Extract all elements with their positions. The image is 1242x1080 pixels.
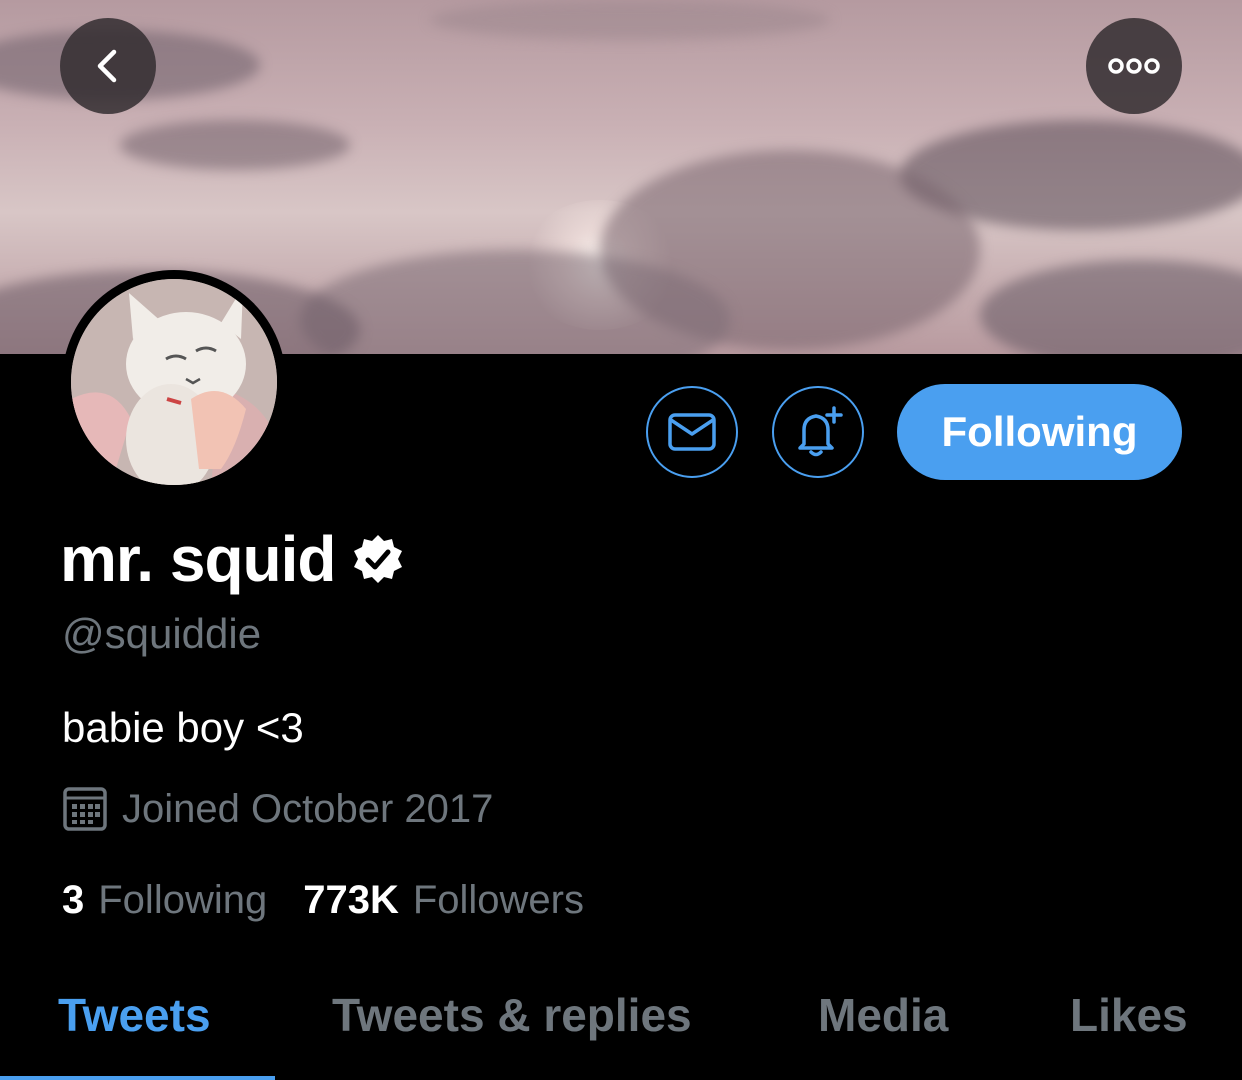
follow-stats: 3 Following 773K Followers <box>62 878 584 923</box>
banner-cloud <box>430 0 830 40</box>
banner-cloud <box>980 260 1242 354</box>
following-count: 3 <box>62 878 85 922</box>
tab-media[interactable]: Media <box>818 988 948 1042</box>
following-stat[interactable]: 3 Following <box>62 878 267 923</box>
joined-date-row: Joined October 2017 <box>62 786 493 832</box>
message-button[interactable] <box>646 386 738 478</box>
user-handle: @squiddie <box>62 610 262 657</box>
active-tab-indicator <box>0 1076 275 1080</box>
following-button[interactable]: Following <box>897 384 1182 480</box>
envelope-icon <box>668 413 716 451</box>
avatar[interactable] <box>62 270 286 494</box>
banner-cloud <box>120 120 350 170</box>
back-button[interactable] <box>60 18 156 114</box>
verified-badge-icon <box>352 533 404 585</box>
display-name: mr. squid <box>60 523 336 595</box>
tab-tweets-and-replies[interactable]: Tweets & replies <box>332 988 692 1042</box>
more-horizontal-icon <box>1108 58 1160 74</box>
avatar-image <box>71 279 277 485</box>
followers-count: 773K <box>303 878 399 922</box>
more-options-button[interactable] <box>1086 18 1182 114</box>
tab-likes[interactable]: Likes <box>1070 988 1188 1042</box>
tab-tweets[interactable]: Tweets <box>58 988 211 1042</box>
chevron-left-icon <box>97 49 117 83</box>
calendar-icon <box>63 787 107 831</box>
bell-plus-icon <box>798 406 843 457</box>
following-label: Following <box>98 878 268 922</box>
avatar-cat-illustration <box>71 279 277 485</box>
bio-text: babie boy <3 <box>62 704 304 751</box>
followers-label: Followers <box>412 878 584 922</box>
followers-stat[interactable]: 773K Followers <box>303 878 584 923</box>
display-name-row: mr. squid <box>60 522 404 596</box>
notifications-button[interactable] <box>772 386 864 478</box>
joined-date: Joined October 2017 <box>122 786 494 831</box>
